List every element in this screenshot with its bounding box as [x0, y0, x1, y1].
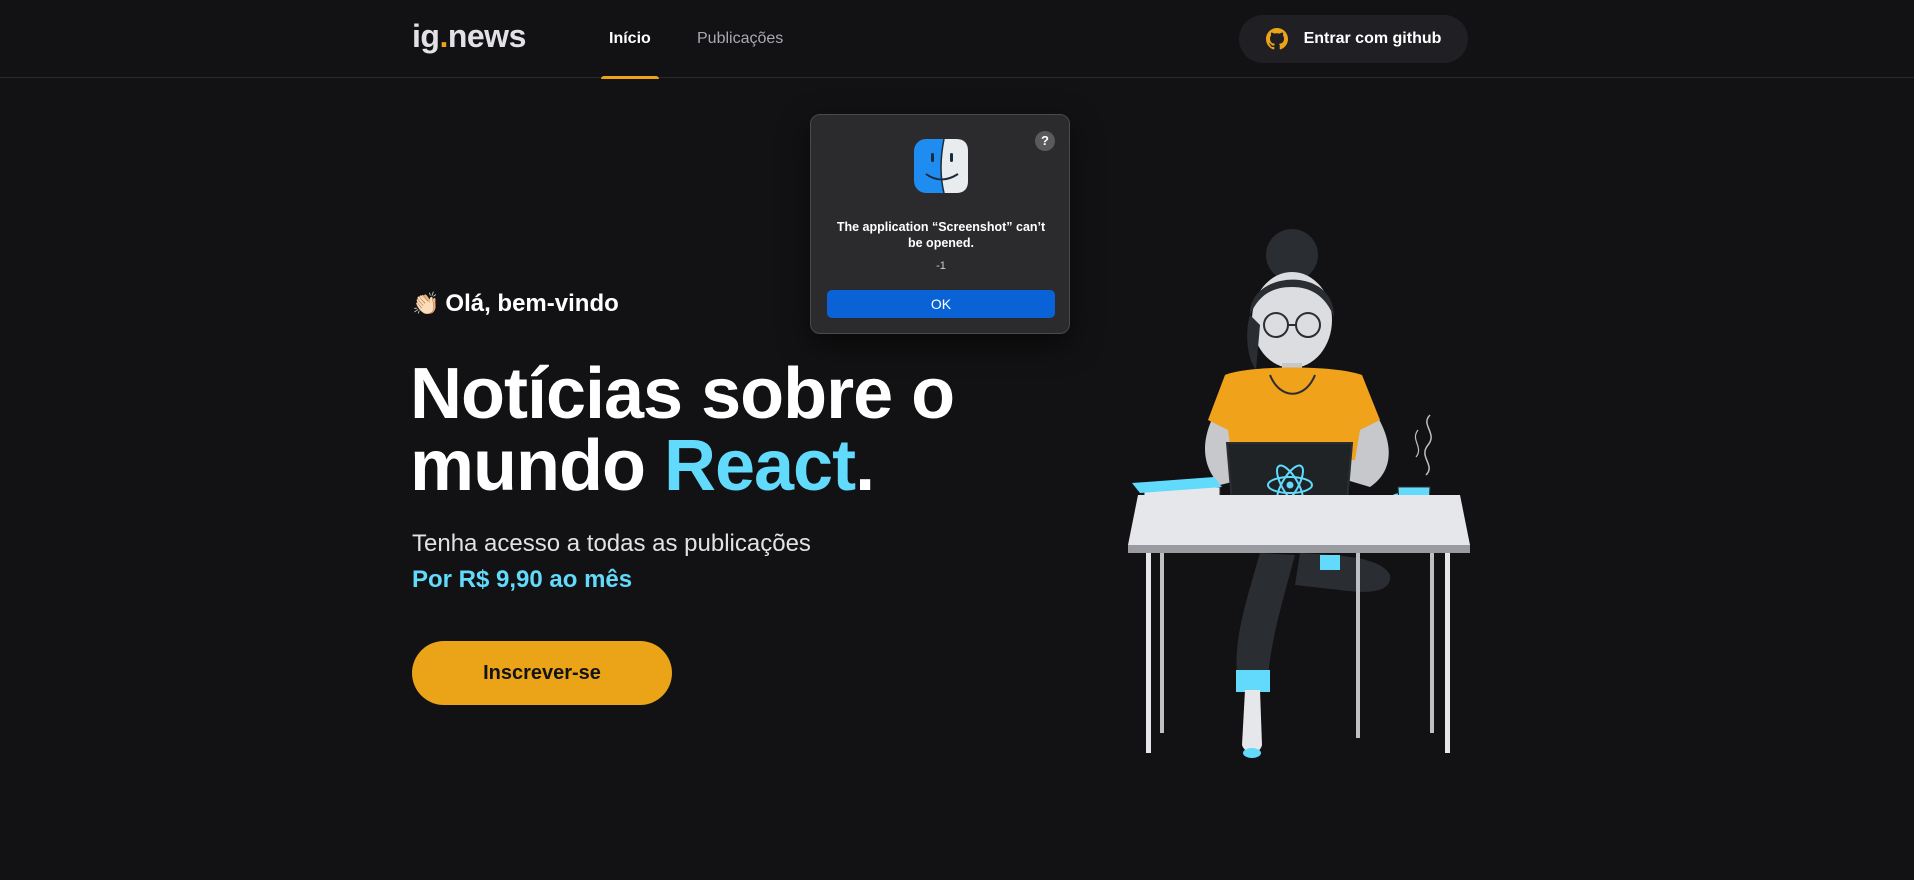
hero-headline: Notícias sobre o mundo React.	[410, 358, 1030, 502]
clapping-hands-icon: 👏🏻	[412, 291, 440, 316]
logo-dot: .	[439, 18, 448, 54]
dialog-error-code: -1	[936, 260, 946, 272]
logo-suffix: news	[447, 18, 527, 54]
headline-suffix: .	[855, 426, 875, 506]
welcome-text: Olá, bem-vindo	[445, 290, 619, 317]
github-signin-label: Entrar com github	[1303, 30, 1442, 47]
error-dialog: ? The application “Screenshot” can’t be …	[810, 114, 1070, 334]
welcome-greeting: 👏🏻 Olá, bem-vindo	[412, 290, 619, 318]
page: ig.news Início Publicações Entrar com gi…	[0, 0, 1914, 880]
nav-link-home[interactable]: Início	[601, 0, 659, 79]
logo-prefix: ig	[412, 18, 440, 54]
nav-link-posts[interactable]: Publicações	[697, 0, 783, 78]
github-signin-button[interactable]: Entrar com github	[1239, 15, 1468, 63]
logo[interactable]: ig.news	[412, 18, 526, 55]
headline-line1: Notícias sobre o	[410, 354, 955, 434]
github-icon	[1265, 28, 1288, 50]
finder-icon	[914, 139, 968, 193]
headline-highlight: React	[663, 426, 856, 506]
dialog-title: The application “Screenshot” can’t be op…	[836, 220, 1046, 250]
hero-subtitle: Tenha acesso a todas as publicações	[412, 530, 811, 557]
site-header: ig.news Início Publicações Entrar com gi…	[0, 0, 1914, 79]
headline-line2-prefix: mundo	[410, 426, 664, 506]
woman-coding-illustration	[1128, 229, 1470, 758]
subscribe-button[interactable]: Inscrever-se	[412, 641, 672, 705]
price-text: Por R$ 9,90 ao mês	[412, 566, 633, 593]
help-button[interactable]: ?	[1035, 131, 1055, 151]
ok-button[interactable]: OK	[827, 290, 1055, 318]
